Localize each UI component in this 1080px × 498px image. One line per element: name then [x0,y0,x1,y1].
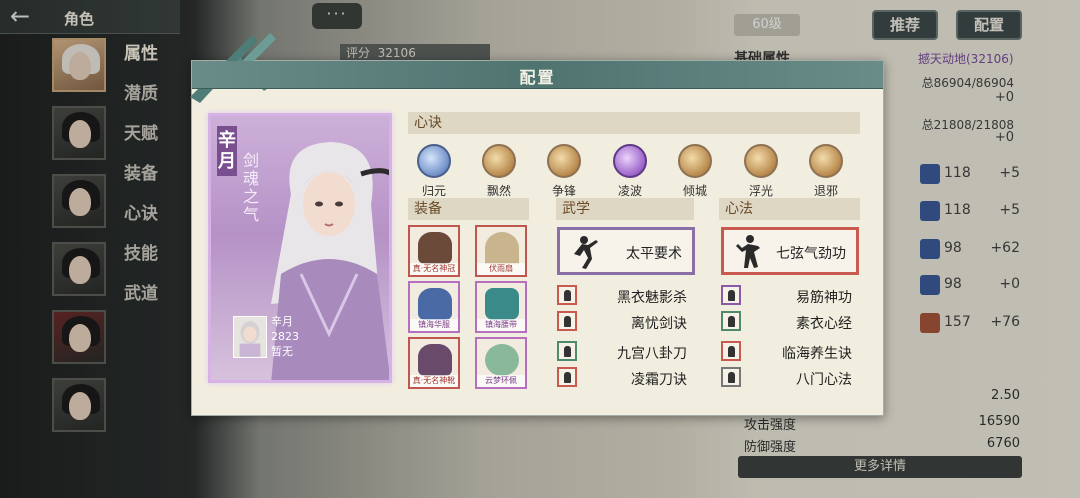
mini-avatar [233,316,267,358]
xinfa-item-name: 临海养生诀 [782,346,852,362]
character-name: 辛月 [217,126,237,176]
mini-status: 暂无 [271,345,293,358]
zhengfeng-icon [547,144,581,178]
wuxue-header: 武学 [556,198,694,220]
xinfa-item-name: 八门心法 [796,372,852,388]
wuxue-item[interactable]: 九宫八卦刀 [557,341,687,363]
modal-title: 配置 [519,68,556,87]
xinfa-main-slot[interactable]: 七弦气劲功 [721,227,859,275]
meditation-icon [721,285,741,305]
boots-icon [418,344,452,376]
equipment-header: 装备 [408,198,529,220]
martial-icon [557,311,577,331]
equip-slot-accessory[interactable]: 云梦环佩 [475,337,527,389]
xinjue-slot[interactable]: 争锋 [546,144,582,199]
wuxue-main-name: 太平要术 [626,246,682,262]
xinfa-item[interactable]: 易筋神功 [721,285,852,307]
meditation-icon [721,341,741,361]
character-card: 辛月 剑魂之气 辛月 2823 暂无 [208,113,392,383]
config-modal: 配置 辛月 剑魂之气 辛月 2823 暂无 心诀 归元 飘然 争锋 凌波 倾城 … [190,33,884,416]
qingcheng-icon [678,144,712,178]
xinjue-label: 飘然 [486,184,511,198]
equip-tag: 真·无名神靴 [410,375,458,387]
xinjue-label: 归元 [421,184,446,198]
modal-header: 配置 [192,61,883,89]
fan-icon [485,232,519,264]
belt-icon [485,288,519,320]
helmet-icon [418,232,452,264]
xinjue-slot[interactable]: 归元 [416,144,452,199]
equip-tag: 镇海华服 [410,319,458,331]
xinjue-label: 争锋 [551,184,576,198]
martial-icon [557,341,577,361]
tuixie-icon [809,144,843,178]
xinfa-header: 心法 [719,198,860,220]
xinjue-slot[interactable]: 退邪 [808,144,844,199]
wuxue-item-name: 离忧剑诀 [631,316,687,332]
pendant-icon [485,344,519,376]
equip-slot-head[interactable]: 真·无名神冠 [408,225,460,277]
mini-level: 2823 [271,330,299,343]
wuxue-item-name: 凌霜刀诀 [631,372,687,388]
meditation-icon [721,311,741,331]
xinjue-header: 心诀 [408,112,860,134]
xinjue-slot[interactable]: 倾城 [677,144,713,199]
wuxue-item-name: 九宫八卦刀 [617,346,687,362]
martial-figure-icon [574,236,598,269]
xinfa-item[interactable]: 临海养生诀 [721,341,852,363]
equip-slot-armor[interactable]: 镇海华服 [408,281,460,333]
martial-icon [557,285,577,305]
mini-info: 辛月 2823 暂无 [271,314,299,359]
xinjue-label: 倾城 [682,184,707,198]
lingbo-icon [613,144,647,178]
xinjue-slot[interactable]: 凌波 [612,144,648,199]
xinfa-item[interactable]: 素衣心经 [721,311,852,333]
equip-tag: 云梦环佩 [477,375,525,387]
wuxue-item[interactable]: 离忧剑诀 [557,311,687,333]
guiyuan-icon [417,144,451,178]
xinjue-label: 退邪 [813,184,838,198]
piaoran-icon [482,144,516,178]
meditation-icon [721,367,741,387]
mini-name: 辛月 [271,315,293,328]
martial-icon [557,367,577,387]
xinfa-item-name: 易筋神功 [796,290,852,306]
xinjue-slot[interactable]: 浮光 [743,144,779,199]
xinfa-main-name: 七弦气劲功 [776,246,846,262]
fuguang-icon [744,144,778,178]
wuxue-item-name: 黑衣魅影杀 [617,290,687,306]
equip-tag: 真·无名神冠 [410,263,458,275]
character-title: 剑魂之气 [242,151,259,224]
wuxue-item[interactable]: 凌霜刀诀 [557,367,687,389]
martial-figure-icon [736,235,760,268]
equip-tag: 镇海腰带 [477,319,525,331]
xinjue-label: 凌波 [617,184,642,198]
equip-slot-belt[interactable]: 镇海腰带 [475,281,527,333]
xinjue-slot[interactable]: 飘然 [481,144,517,199]
xinfa-item[interactable]: 八门心法 [721,367,852,389]
equip-slot-boots[interactable]: 真·无名神靴 [408,337,460,389]
equip-tag: 伏雨扇 [477,263,525,275]
robe-icon [418,288,452,320]
equip-slot-weapon[interactable]: 伏雨扇 [475,225,527,277]
wuxue-main-slot[interactable]: 太平要术 [557,227,695,275]
xinfa-item-name: 素衣心经 [796,316,852,332]
wuxue-item[interactable]: 黑衣魅影杀 [557,285,687,307]
xinjue-label: 浮光 [748,184,773,198]
